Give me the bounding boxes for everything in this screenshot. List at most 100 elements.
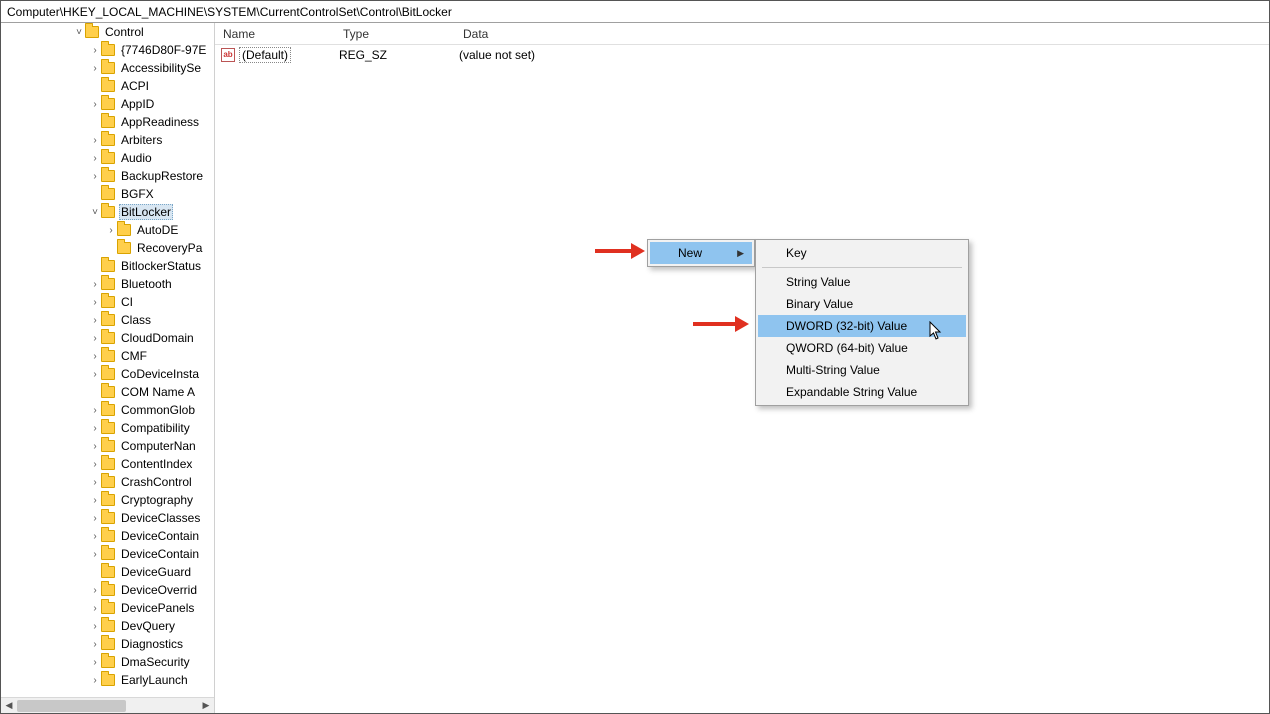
scroll-thumb[interactable]	[17, 700, 126, 712]
tree-item[interactable]: ›DeviceContain	[1, 545, 214, 563]
folder-icon	[101, 350, 115, 362]
menu-item[interactable]: DWORD (32-bit) Value	[758, 315, 966, 337]
collapse-icon[interactable]: ˅	[73, 27, 85, 38]
expand-icon[interactable]: ›	[89, 153, 101, 164]
tree-label: Cryptography	[119, 493, 195, 507]
column-header-name[interactable]: Name	[215, 27, 335, 41]
tree-item[interactable]: ›EarlyLaunch	[1, 671, 214, 689]
expand-icon[interactable]: ›	[89, 369, 101, 380]
tree-item[interactable]: ›DeviceOverrid	[1, 581, 214, 599]
expand-icon[interactable]: ›	[89, 351, 101, 362]
expand-icon[interactable]: ›	[89, 657, 101, 668]
tree-item[interactable]: DeviceGuard	[1, 563, 214, 581]
list-header[interactable]: Name Type Data	[215, 23, 1269, 45]
tree-item[interactable]: ›AutoDE	[1, 221, 214, 239]
expand-icon[interactable]: ›	[89, 315, 101, 326]
tree-item-control[interactable]: ˅ Control	[1, 23, 214, 41]
tree-item[interactable]: ›DevicePanels	[1, 599, 214, 617]
collapse-icon[interactable]: ˅	[89, 207, 101, 218]
expand-icon[interactable]: ›	[89, 621, 101, 632]
tree-label: BitlockerStatus	[119, 259, 203, 273]
column-header-type[interactable]: Type	[335, 27, 455, 41]
expand-icon[interactable]: ›	[89, 45, 101, 56]
tree-item[interactable]: ›ComputerNan	[1, 437, 214, 455]
tree-label: AppReadiness	[119, 115, 201, 129]
tree-item[interactable]: ›Compatibility	[1, 419, 214, 437]
tree-label: BGFX	[119, 187, 156, 201]
menu-item[interactable]: Binary Value	[758, 293, 966, 315]
tree-item[interactable]: ›ContentIndex	[1, 455, 214, 473]
scroll-left-icon[interactable]: ◀	[1, 698, 17, 714]
tree-item[interactable]: ›Diagnostics	[1, 635, 214, 653]
expand-icon[interactable]: ›	[89, 279, 101, 290]
tree-item[interactable]: ›CMF	[1, 347, 214, 365]
tree-item[interactable]: ˅BitLocker	[1, 203, 214, 221]
tree-horizontal-scrollbar[interactable]: ◀ ▶	[1, 697, 214, 713]
tree-item[interactable]: ›AccessibilitySe	[1, 59, 214, 77]
tree-item[interactable]: AppReadiness	[1, 113, 214, 131]
expand-icon[interactable]: ›	[89, 405, 101, 416]
expand-icon[interactable]: ›	[89, 495, 101, 506]
tree-item[interactable]: ›AppID	[1, 95, 214, 113]
expand-icon[interactable]: ›	[89, 675, 101, 686]
expand-icon[interactable]: ›	[89, 477, 101, 488]
menu-item[interactable]: Key	[758, 242, 966, 264]
expand-icon[interactable]: ›	[89, 135, 101, 146]
expand-icon[interactable]: ›	[89, 531, 101, 542]
list-pane[interactable]: Name Type Data ab(Default)REG_SZ(value n…	[215, 23, 1269, 713]
expand-icon[interactable]: ›	[89, 549, 101, 560]
tree-item[interactable]: ›DevQuery	[1, 617, 214, 635]
expand-icon[interactable]: ›	[89, 441, 101, 452]
tree-item[interactable]: ›CrashControl	[1, 473, 214, 491]
context-menu-new[interactable]: New▶	[647, 239, 755, 267]
tree-item[interactable]: RecoveryPa	[1, 239, 214, 257]
expand-icon[interactable]: ›	[89, 639, 101, 650]
menu-item-new[interactable]: New▶	[650, 242, 752, 264]
tree-item[interactable]: ›CloudDomain	[1, 329, 214, 347]
menu-item[interactable]: Expandable String Value	[758, 381, 966, 403]
expand-icon[interactable]: ›	[89, 63, 101, 74]
tree-item[interactable]: ›DeviceClasses	[1, 509, 214, 527]
list-row[interactable]: ab(Default)REG_SZ(value not set)	[215, 45, 1269, 65]
tree-item[interactable]: ›Class	[1, 311, 214, 329]
expand-icon[interactable]: ›	[89, 333, 101, 344]
scroll-track[interactable]	[17, 698, 198, 714]
address-input[interactable]	[7, 5, 1263, 19]
expand-icon[interactable]: ›	[89, 297, 101, 308]
tree-scroll[interactable]: ˅ Control ›{7746D80F-97E›AccessibilitySe…	[1, 23, 214, 697]
tree-item[interactable]: ›CommonGlob	[1, 401, 214, 419]
menu-item[interactable]: Multi-String Value	[758, 359, 966, 381]
tree-item[interactable]: › Cryptography	[1, 491, 214, 509]
tree-item[interactable]: ›Bluetooth	[1, 275, 214, 293]
tree-item[interactable]: ›DmaSecurity	[1, 653, 214, 671]
address-bar[interactable]	[1, 1, 1269, 23]
column-header-data[interactable]: Data	[455, 27, 1269, 41]
expand-icon[interactable]: ›	[89, 603, 101, 614]
tree-item[interactable]: ›{7746D80F-97E	[1, 41, 214, 59]
context-submenu-value-types[interactable]: Key String ValueBinary ValueDWORD (32-bit…	[755, 239, 969, 406]
tree-label: RecoveryPa	[135, 241, 204, 255]
scroll-right-icon[interactable]: ▶	[198, 698, 214, 714]
tree-item[interactable]: ›Arbiters	[1, 131, 214, 149]
tree-item[interactable]: ›CoDeviceInsta	[1, 365, 214, 383]
menu-item[interactable]: QWORD (64-bit) Value	[758, 337, 966, 359]
tree-item[interactable]: ACPI	[1, 77, 214, 95]
folder-icon	[101, 260, 115, 272]
expand-icon[interactable]: ›	[89, 585, 101, 596]
tree-item[interactable]: ›Audio	[1, 149, 214, 167]
expand-icon[interactable]: ›	[89, 423, 101, 434]
expand-icon[interactable]: ›	[105, 225, 117, 236]
tree-item[interactable]: ›BackupRestore	[1, 167, 214, 185]
menu-item[interactable]: String Value	[758, 271, 966, 293]
tree-item[interactable]: ›DeviceContain	[1, 527, 214, 545]
tree-item[interactable]: COM Name A	[1, 383, 214, 401]
tree-item[interactable]: BitlockerStatus	[1, 257, 214, 275]
expand-icon[interactable]: ›	[89, 171, 101, 182]
tree-item[interactable]: BGFX	[1, 185, 214, 203]
folder-icon	[117, 224, 131, 236]
expand-icon[interactable]: ›	[89, 459, 101, 470]
expand-icon[interactable]: ›	[89, 513, 101, 524]
tree-item[interactable]: ›CI	[1, 293, 214, 311]
folder-icon	[101, 512, 115, 524]
expand-icon[interactable]: ›	[89, 99, 101, 110]
